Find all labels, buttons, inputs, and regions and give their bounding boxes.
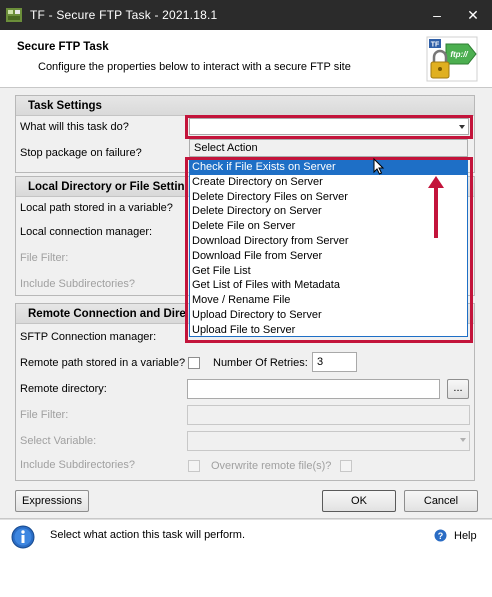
chevron-down-icon xyxy=(460,438,466,442)
remote-subdirs-label: Include Subdirectories? xyxy=(20,459,135,471)
svg-text:?: ? xyxy=(438,531,444,541)
stop-on-failure-label: Stop package on failure? xyxy=(20,147,142,159)
page-title: Secure FTP Task xyxy=(17,41,109,53)
remote-path-var-checkbox[interactable] xyxy=(188,357,200,369)
overwrite-label: Overwrite remote file(s)? xyxy=(211,460,332,472)
expressions-button[interactable]: Expressions xyxy=(15,490,89,512)
local-path-var-label: Local path stored in a variable? xyxy=(20,202,173,214)
task-settings-heading: Task Settings xyxy=(16,96,474,116)
cancel-button[interactable]: Cancel xyxy=(404,490,478,512)
title-bar: TF - Secure FTP Task - 2021.18.1 – ✕ xyxy=(0,0,492,30)
remote-dir-input[interactable] xyxy=(187,379,440,399)
browse-button[interactable]: ... xyxy=(447,379,469,399)
help-icon[interactable]: ? xyxy=(434,529,447,542)
help-link[interactable]: Help xyxy=(454,530,477,542)
minimize-button[interactable]: – xyxy=(422,5,452,25)
remote-filter-input[interactable] xyxy=(187,405,470,425)
overwrite-checkbox[interactable] xyxy=(340,460,352,472)
page-subtitle: Configure the properties below to intera… xyxy=(38,61,351,73)
info-icon xyxy=(11,525,35,549)
close-button[interactable]: ✕ xyxy=(458,5,488,25)
sftp-conn-label: SFTP Connection manager: xyxy=(20,331,157,343)
logo-badge: TF xyxy=(431,42,440,49)
remote-filter-label: File Filter: xyxy=(20,409,69,421)
remote-dir-label: Remote directory: xyxy=(20,383,107,395)
ok-button[interactable]: OK xyxy=(322,490,396,512)
window-title: TF - Secure FTP Task - 2021.18.1 xyxy=(30,8,218,22)
retries-input[interactable]: 3 xyxy=(312,352,357,372)
status-message: Select what action this task will perfor… xyxy=(50,529,246,541)
local-conn-label: Local connection manager: xyxy=(20,226,153,238)
retries-label: Number Of Retries: xyxy=(213,357,308,369)
remote-subdirs-checkbox[interactable] xyxy=(188,460,200,472)
mouse-cursor-icon xyxy=(373,158,385,175)
logo-text: ftp:// xyxy=(450,50,468,59)
app-icon xyxy=(6,8,22,22)
header-panel: Secure FTP Task Configure the properties… xyxy=(0,30,492,88)
select-variable-combo[interactable] xyxy=(187,431,470,451)
local-filter-label: File Filter: xyxy=(20,252,69,264)
status-panel: Select what action this task will perfor… xyxy=(0,519,492,597)
select-variable-label: Select Variable: xyxy=(20,435,97,447)
highlight-frame-select xyxy=(185,115,473,139)
action-label: What will this task do? xyxy=(20,121,129,133)
dropdown-header: Select Action xyxy=(189,139,468,157)
arrow-up-icon xyxy=(428,176,444,238)
remote-path-var-label: Remote path stored in a variable? xyxy=(20,357,186,369)
local-subdirs-label: Include Subdirectories? xyxy=(20,278,135,290)
sftp-logo-icon: TF ftp:// xyxy=(426,36,478,82)
